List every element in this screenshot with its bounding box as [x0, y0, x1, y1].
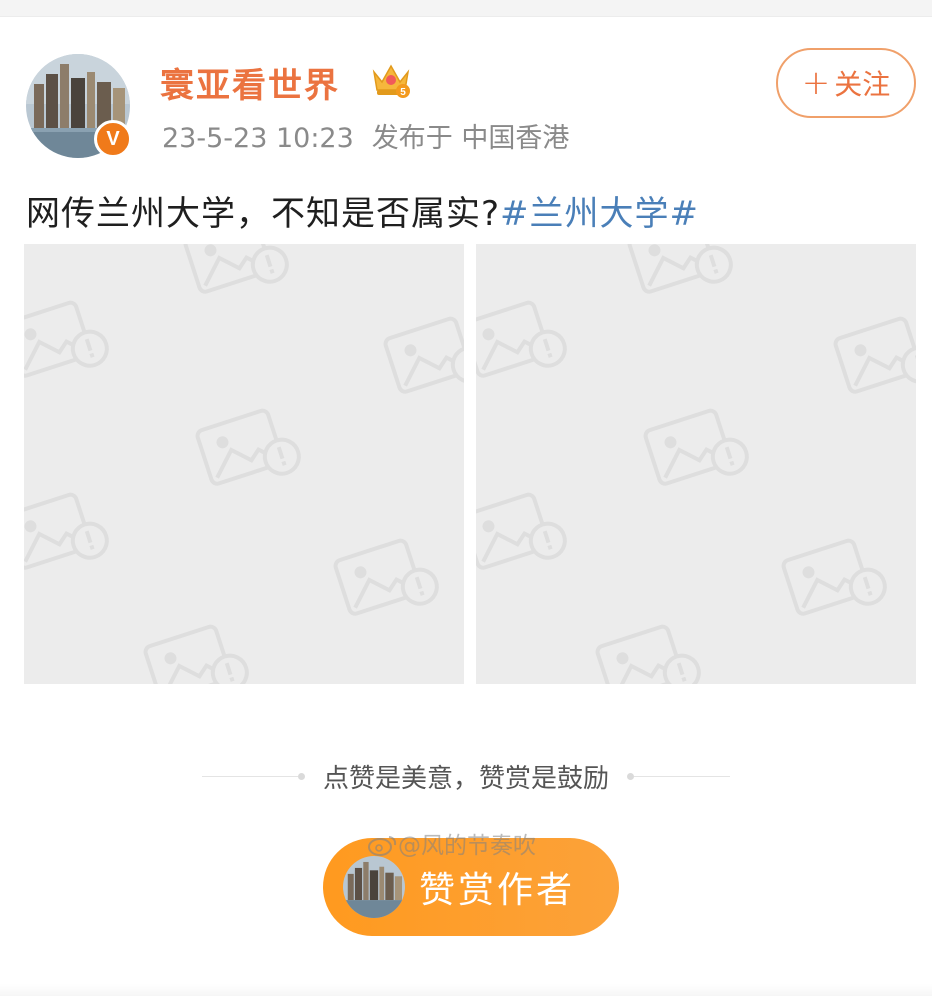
reward-button-label: 赞赏作者 — [419, 870, 576, 911]
follow-label: 关注 — [834, 68, 891, 101]
broken-image-icon — [24, 244, 464, 684]
post-image-2[interactable] — [476, 244, 916, 684]
post-location: 发布于 中国香港 — [371, 123, 570, 154]
crown-icon: 5 — [372, 64, 410, 98]
verified-icon: V — [94, 120, 132, 158]
follow-button[interactable]: + 关注 — [776, 48, 916, 118]
post-body: 网传兰州大学，不知是否属实? — [26, 194, 501, 234]
weibo-icon — [368, 836, 397, 856]
reward-slogan-text: 点赞是美意，赞赏是鼓励 — [322, 763, 609, 794]
plus-icon: + — [801, 63, 831, 103]
reward-slogan: 点赞是美意，赞赏是鼓励 — [0, 756, 932, 796]
divider-line — [201, 775, 298, 777]
post-image-1[interactable] — [24, 244, 464, 684]
divider-line — [634, 775, 730, 777]
broken-image-icon — [476, 244, 916, 684]
post-text: 网传兰州大学，不知是否属实?#兰州大学# — [26, 186, 699, 235]
post-meta: 23-5-23 10:23 发布于 中国香港 — [162, 116, 569, 155]
bottom-fade — [0, 984, 932, 996]
top-strip — [0, 0, 932, 17]
post-timestamp: 23-5-23 10:23 — [162, 123, 354, 154]
username[interactable]: 寰亚看世界 — [160, 58, 340, 107]
divider-dot — [297, 772, 305, 780]
svg-text:5: 5 — [400, 87, 406, 98]
watermark: @风的节奏吹 — [368, 826, 536, 860]
divider-dot — [627, 772, 634, 780]
hashtag-link[interactable]: #兰州大学# — [500, 194, 699, 234]
reward-avatar — [343, 856, 405, 918]
watermark-text: @风的节奏吹 — [398, 833, 536, 859]
